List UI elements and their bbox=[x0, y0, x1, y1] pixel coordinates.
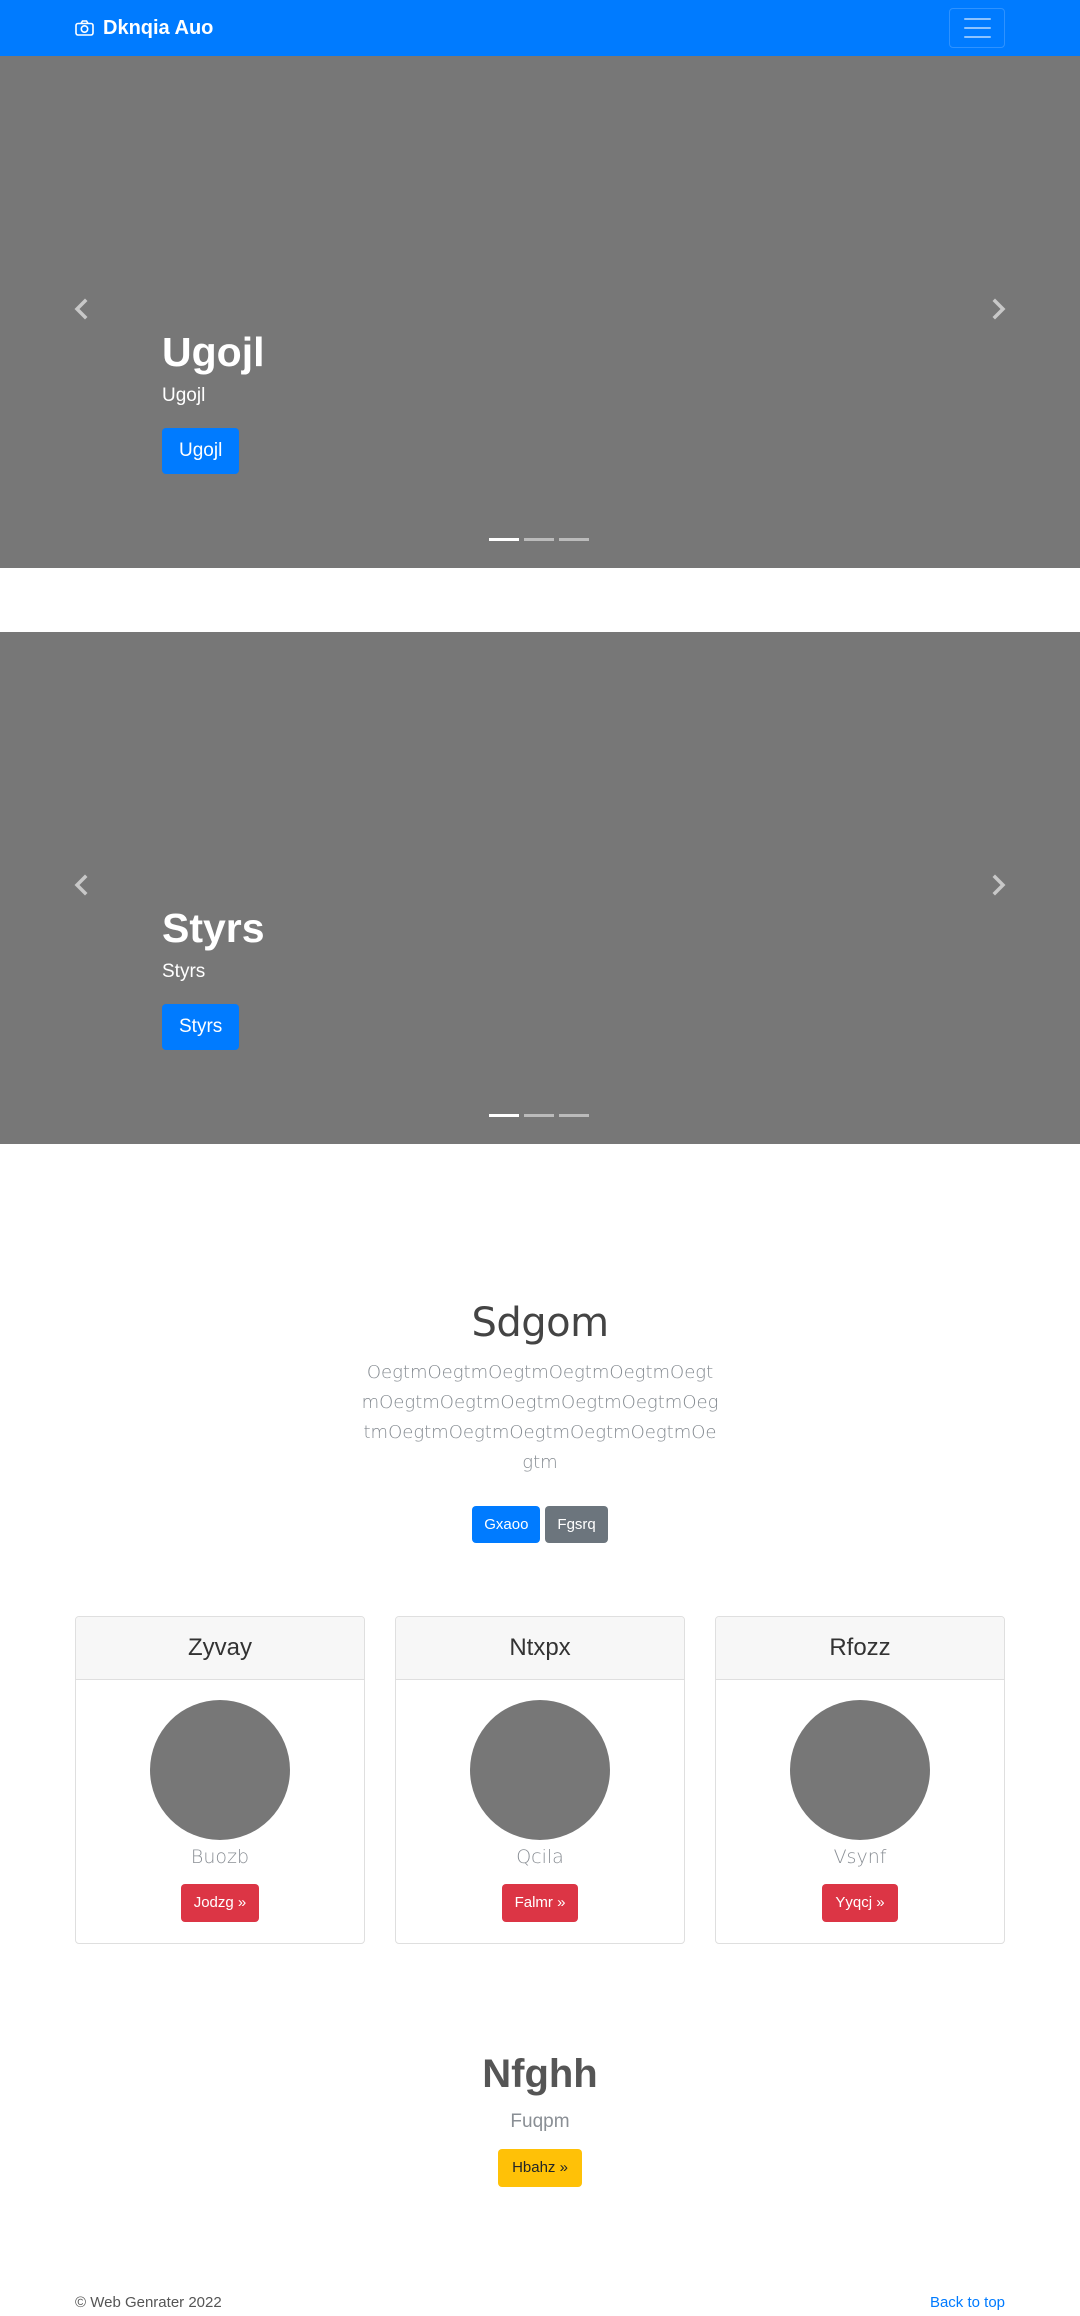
navbar: Dknqia Auo bbox=[0, 0, 1080, 56]
secondary-button[interactable]: Fgsrq bbox=[545, 1506, 608, 1543]
carousel-heading: Styrs bbox=[162, 905, 265, 951]
camera-icon bbox=[75, 20, 94, 36]
carousel-caption: Styrs Styrs Styrs bbox=[162, 904, 265, 1050]
avatar bbox=[470, 1700, 610, 1840]
carousel-next-icon[interactable] bbox=[984, 870, 1014, 900]
carousel-caption: Ugojl Ugojl Ugojl bbox=[162, 328, 264, 474]
carousel-indicator-2[interactable] bbox=[524, 1114, 554, 1117]
carousel-indicators bbox=[489, 1114, 589, 1117]
back-to-top-link[interactable]: Back to top bbox=[930, 2294, 1005, 2311]
brand-link[interactable]: Dknqia Auo bbox=[75, 0, 213, 56]
carousel-text: Ugojl bbox=[162, 385, 206, 407]
carousel-indicator-3[interactable] bbox=[559, 1114, 589, 1117]
jumbotron-buttons: Gxaoo Fgsrq bbox=[0, 1506, 1080, 1543]
card-header: Ntxpx bbox=[396, 1617, 684, 1680]
carousel-indicator-1[interactable] bbox=[489, 538, 519, 541]
card-header: Rfozz bbox=[716, 1617, 1004, 1680]
feature-title: Nfghh bbox=[482, 2052, 598, 2096]
feature-button[interactable]: Hbahz » bbox=[498, 2149, 582, 2187]
carousel-indicator-3[interactable] bbox=[559, 538, 589, 541]
card-name: Buozb bbox=[190, 1846, 250, 1868]
jumbotron-lead: OegtmOegtmOegtmOegtmOegtmOegtmOegtmOegtm… bbox=[361, 1362, 719, 1473]
brand-name: Dknqia Auo bbox=[103, 16, 214, 39]
avatar bbox=[150, 1700, 290, 1840]
carousel-indicator-2[interactable] bbox=[524, 538, 554, 541]
jumbotron-title: Sdgom bbox=[471, 1300, 609, 1346]
carousel-prev-icon[interactable] bbox=[66, 294, 96, 324]
jumbotron: Sdgom OegtmOegtmOegtmOegtmOegtmOegtmOegt… bbox=[0, 1300, 1080, 1543]
navbar-toggler-button[interactable] bbox=[949, 8, 1005, 48]
card-name: Qcila bbox=[516, 1846, 564, 1868]
carousel-indicators bbox=[489, 538, 589, 541]
card-2: Ntxpx Qcila Falmr » bbox=[395, 1616, 685, 1944]
avatar bbox=[790, 1700, 930, 1840]
carousel-next-icon[interactable] bbox=[984, 294, 1014, 324]
card-button[interactable]: Yyqcj » bbox=[822, 1884, 898, 1922]
hamburger-menu-icon bbox=[963, 18, 991, 20]
card-name: Vsynf bbox=[833, 1846, 887, 1868]
card-button[interactable]: Falmr » bbox=[501, 1884, 579, 1922]
carousel-button[interactable]: Ugojl bbox=[162, 427, 240, 474]
footer: © Web Genrater 2022 Back to top bbox=[75, 2294, 1005, 2311]
primary-button[interactable]: Gxaoo bbox=[472, 1506, 541, 1543]
card-header: Zyvay bbox=[76, 1617, 364, 1680]
carousel-text: Styrs bbox=[162, 961, 206, 983]
card-button[interactable]: Jodzg » bbox=[180, 1884, 260, 1922]
carousel-prev-icon[interactable] bbox=[66, 870, 96, 900]
hero-carousel-1: Ugojl Ugojl Ugojl bbox=[0, 56, 1080, 568]
copyright-text: © Web Genrater 2022 bbox=[75, 2294, 222, 2311]
card-1: Zyvay Buozb Jodzg » bbox=[75, 1616, 365, 1944]
carousel-button[interactable]: Styrs bbox=[162, 1003, 240, 1050]
carousel-indicator-1[interactable] bbox=[489, 1114, 519, 1117]
feature-section: Nfghh Fuqpm Hbahz » bbox=[0, 2052, 1080, 2187]
carousel-heading: Ugojl bbox=[162, 329, 265, 375]
hero-carousel-2: Styrs Styrs Styrs bbox=[0, 632, 1080, 1144]
card-3: Rfozz Vsynf Yyqcj » bbox=[715, 1616, 1005, 1944]
feature-text: Fuqpm bbox=[510, 2111, 570, 2132]
